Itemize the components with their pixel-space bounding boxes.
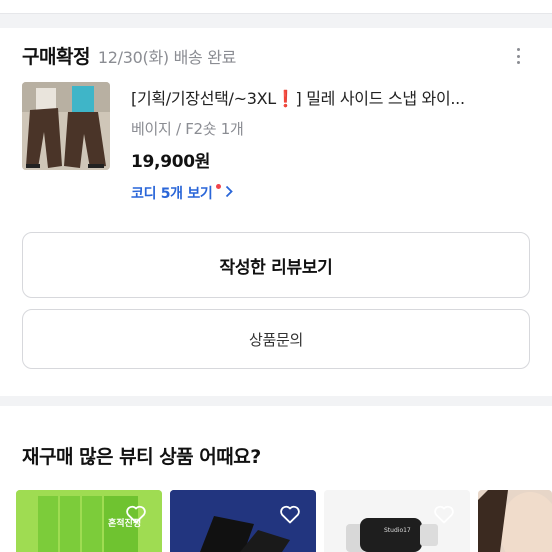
recommend-item-3-label: Studio17 [384, 527, 411, 534]
section-gap [0, 14, 552, 28]
chevron-right-icon [225, 184, 233, 202]
heart-outline-icon[interactable] [432, 502, 456, 526]
product-option: 베이지 / F2숏 1개 [131, 120, 244, 138]
product-price: 19,900원 [131, 152, 211, 172]
heart-outline-icon[interactable] [278, 502, 302, 526]
product-name-suffix: ] 밀레 사이드 스냅 와이... [295, 89, 466, 108]
product-thumbnail[interactable] [22, 82, 110, 170]
recommend-item-3[interactable]: Studio17 [324, 490, 470, 552]
product-inquiry-button[interactable]: 상품문의 [22, 309, 530, 369]
previous-card-edge [0, 0, 552, 14]
product-name-prefix: [기획/기장선택/~3XL [131, 89, 276, 108]
product-name[interactable]: [기획/기장선택/~3XL❗] 밀레 사이드 스냅 와이... [131, 85, 531, 109]
exclamation-emoji: ❗ [275, 89, 296, 108]
view-review-button[interactable]: 작성한 리뷰보기 [22, 232, 530, 298]
codi-link-label: 코디 5개 보기 [131, 186, 213, 202]
recommend-item-4[interactable] [478, 490, 552, 552]
recommend-item-2[interactable] [170, 490, 316, 552]
order-status: 구매확정 [22, 46, 90, 68]
recommend-title: 재구매 많은 뷰티 상품 어때요? [22, 446, 261, 468]
recommend-item-1[interactable]: 혼적진정 [16, 490, 162, 552]
recommend-section: 재구매 많은 뷰티 상품 어때요? 혼적진정 Studio17 [0, 406, 552, 552]
delivery-date: 12/30(화) 배송 완료 [97, 48, 237, 67]
new-dot-icon [215, 183, 221, 189]
codi-link[interactable]: 코디 5개 보기 [131, 183, 233, 203]
order-header: 구매확정 12/30(화) 배송 완료 [22, 42, 236, 69]
more-options-icon[interactable] [510, 46, 526, 66]
order-card: 구매확정 12/30(화) 배송 완료 [기획/기장선택/~3XL❗] 밀레 사… [0, 28, 552, 396]
heart-outline-icon[interactable] [124, 502, 148, 526]
